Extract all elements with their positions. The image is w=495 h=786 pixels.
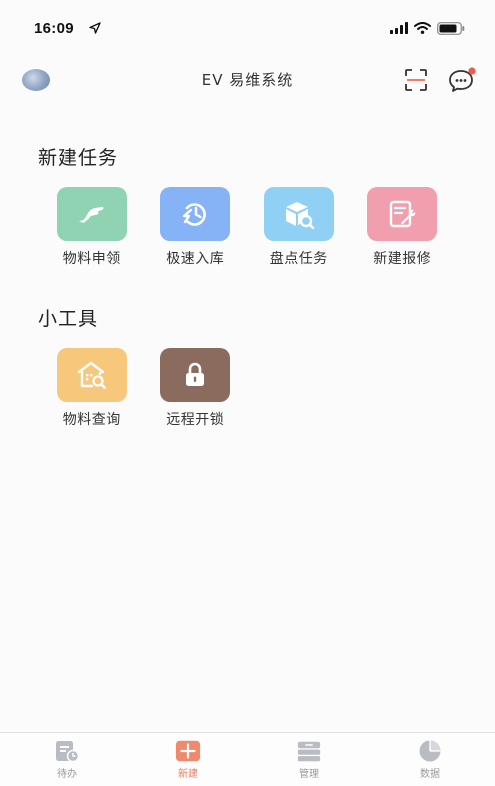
battery-icon [437,21,465,35]
tile-label: 物料申领 [62,251,121,267]
manage-icon [296,739,322,763]
wifi-icon [414,22,431,34]
todo-icon [54,739,80,763]
tile-remote-unlock[interactable]: 远程开锁 [144,348,248,429]
tile-label: 极速入库 [166,251,225,267]
tab-manage[interactable]: 管理 [247,733,371,786]
section-title-new-task: 新建任务 [38,147,119,169]
tab-data[interactable]: 数据 [368,733,492,786]
tab-label: 管理 [299,769,319,780]
notification-dot [468,67,476,75]
tile-new-repair[interactable]: 新建报修 [351,187,455,268]
lock-icon [160,348,231,402]
app-screen: 16:09 EV 易维系统 新建任务 物料申领 极速入库 盘点任务 新建报修 小… [0,0,495,786]
status-bar: 16:09 [0,0,495,50]
tile-label: 物料查询 [62,412,121,428]
tile-material-query[interactable]: 物料查询 [40,348,144,429]
tab-label: 待办 [57,769,77,780]
tab-label: 数据 [420,769,440,780]
repair-form-icon [367,187,438,241]
hand-icon [56,187,127,241]
scan-icon[interactable] [404,68,428,92]
speed-clock-icon [160,187,231,241]
tile-label: 新建报修 [373,251,432,267]
tile-quick-inbound[interactable]: 极速入库 [144,187,248,268]
new-task-grid: 物料申领 极速入库 盘点任务 新建报修 [40,187,454,268]
location-arrow-icon [89,22,101,34]
section-title-tools: 小工具 [38,308,99,330]
tile-material-request[interactable]: 物料申领 [40,187,144,268]
tile-label: 远程开锁 [166,412,225,428]
nav-bar: EV 易维系统 [0,50,495,110]
signal-icon [390,22,408,34]
tools-grid: 物料查询 远程开锁 [40,348,247,429]
warehouse-search-icon [56,348,127,402]
tile-inventory-check[interactable]: 盘点任务 [247,187,351,268]
status-time: 16:09 [34,20,74,37]
pie-chart-icon [417,739,443,763]
box-search-icon [263,187,334,241]
tab-bar: 待办 新建 管理 数据 [0,732,495,786]
status-icons [390,21,465,35]
tile-label: 盘点任务 [269,251,328,267]
message-icon[interactable] [447,66,477,94]
tab-label: 新建 [178,769,198,780]
add-icon [175,739,201,763]
tab-new[interactable]: 新建 [126,733,250,786]
tab-todo[interactable]: 待办 [5,733,129,786]
